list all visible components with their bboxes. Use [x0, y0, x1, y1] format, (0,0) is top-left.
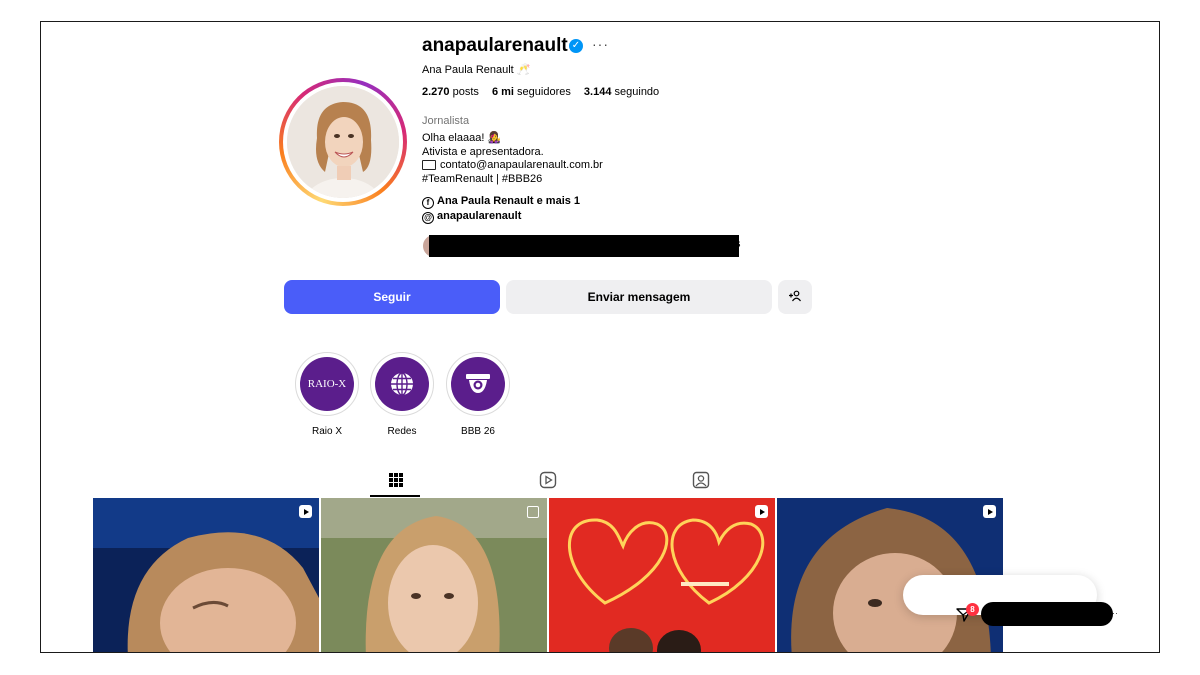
profile-links: f Ana Paula Renault e mais 1 @ anapaularen…	[422, 194, 580, 224]
highlight-label: BBB 26	[461, 426, 495, 437]
redaction-bar	[981, 602, 1113, 626]
profile-full-name: Ana Paula Renault 🥂	[422, 64, 531, 76]
reels-icon	[539, 471, 557, 489]
suggest-user-button[interactable]	[778, 280, 812, 314]
profile-bio: Olha elaaaa! 👩‍🎤 Ativista e apresentador…	[422, 132, 603, 186]
message-count-badge: 8	[966, 603, 979, 616]
bio-line: Olha elaaaa! 👩‍🎤	[422, 132, 502, 144]
tab-reels[interactable]	[538, 470, 558, 490]
globe-icon	[391, 372, 413, 396]
post-thumbnail[interactable]	[321, 498, 547, 652]
add-user-icon	[789, 290, 801, 301]
highlight-label: Redes	[387, 426, 417, 437]
profile-category: Jornalista	[422, 115, 470, 127]
security-camera-icon	[466, 374, 490, 393]
profile-avatar-story-ring[interactable]	[279, 78, 407, 206]
highlight-label: Raio X	[311, 426, 342, 437]
follow-button[interactable]: Seguir	[284, 280, 500, 314]
post-thumbnail[interactable]	[549, 498, 775, 652]
tab-posts-grid[interactable]	[386, 470, 406, 490]
verified-badge-icon: ✓	[569, 39, 583, 53]
highlight-bbb-26[interactable]: BBB 26	[446, 352, 510, 437]
threads-link[interactable]: @ anapaularenault	[422, 209, 580, 224]
redaction-bar	[429, 235, 739, 257]
following-count[interactable]: 3.144 seguindo	[584, 86, 659, 98]
post-image	[93, 498, 319, 652]
post-image	[549, 498, 775, 652]
send-message-button[interactable]: Enviar mensagem	[506, 280, 772, 314]
tagged-user-icon	[692, 471, 710, 489]
bio-line[interactable]: #TeamRenault | #BBB26	[422, 173, 603, 187]
messages-more-icon[interactable]: ··	[1112, 608, 1118, 618]
highlight-cover	[451, 357, 505, 411]
followers-count[interactable]: 6 mi seguidores	[492, 86, 571, 98]
posts-count: 2.270 posts	[422, 86, 479, 98]
browser-frame: anapaularenault ✓ ··· Ana Paula Renault …	[40, 21, 1160, 653]
reel-icon	[299, 505, 312, 518]
facebook-link[interactable]: f Ana Paula Renault e mais 1	[422, 194, 580, 209]
threads-icon: @	[422, 212, 434, 224]
highlight-cover	[375, 357, 429, 411]
bio-line: Ativista e apresentadora.	[422, 145, 544, 158]
active-tab-indicator	[370, 495, 420, 497]
highlight-redes[interactable]: Redes	[370, 352, 434, 437]
post-thumbnail[interactable]	[93, 498, 319, 652]
carousel-icon	[527, 506, 539, 518]
grid-icon	[389, 473, 403, 487]
bio-email-line: contato@anapaularenault.com.br	[422, 159, 603, 173]
profile-stats: 2.270 posts 6 mi seguidores 3.144 seguin…	[422, 86, 659, 98]
profile-username: anapaularenault	[422, 35, 568, 56]
profile-avatar	[287, 86, 399, 198]
reel-icon	[755, 505, 768, 518]
post-image	[321, 498, 547, 652]
posts-grid	[93, 498, 1003, 652]
tab-tagged[interactable]	[691, 470, 711, 490]
highlight-cover: RAIO-X	[300, 357, 354, 411]
facebook-icon: f	[422, 197, 434, 209]
more-options-icon[interactable]: ···	[592, 36, 609, 52]
highlight-raio-x[interactable]: RAIO-X Raio X	[295, 352, 359, 437]
reel-icon	[983, 505, 996, 518]
email-icon	[422, 160, 436, 171]
